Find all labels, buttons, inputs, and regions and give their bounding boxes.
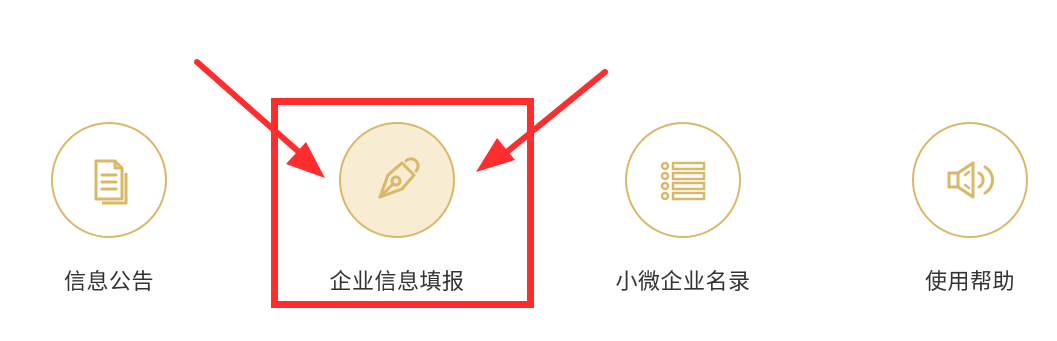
nav-item-small-business-directory[interactable]: 小微企业名录 — [593, 122, 773, 302]
pen-nib-icon — [378, 157, 420, 199]
nav-item-label[interactable]: 小微企业名录 — [593, 264, 773, 296]
arrow-right-icon — [476, 69, 608, 172]
nav-item-icon-circle[interactable] — [625, 122, 741, 238]
nav-item-label[interactable]: 企业信息填报 — [307, 264, 487, 296]
nav-item-help[interactable]: 使用帮助 — [880, 122, 1057, 302]
nav-item-label[interactable]: 信息公告 — [19, 264, 199, 296]
nav-item-announcements[interactable]: 信息公告 — [19, 122, 199, 302]
nav-item-enterprise-report[interactable]: 企业信息填报 — [307, 122, 487, 302]
document-icon — [94, 159, 128, 205]
nav-item-icon-circle[interactable] — [339, 122, 455, 238]
list-icon — [660, 161, 706, 201]
nav-item-label[interactable]: 使用帮助 — [880, 264, 1057, 296]
nav-item-icon-circle[interactable] — [912, 122, 1028, 238]
arrow-left-icon — [194, 59, 325, 178]
nav-item-icon-circle[interactable] — [51, 122, 167, 238]
speaker-icon — [947, 161, 995, 199]
